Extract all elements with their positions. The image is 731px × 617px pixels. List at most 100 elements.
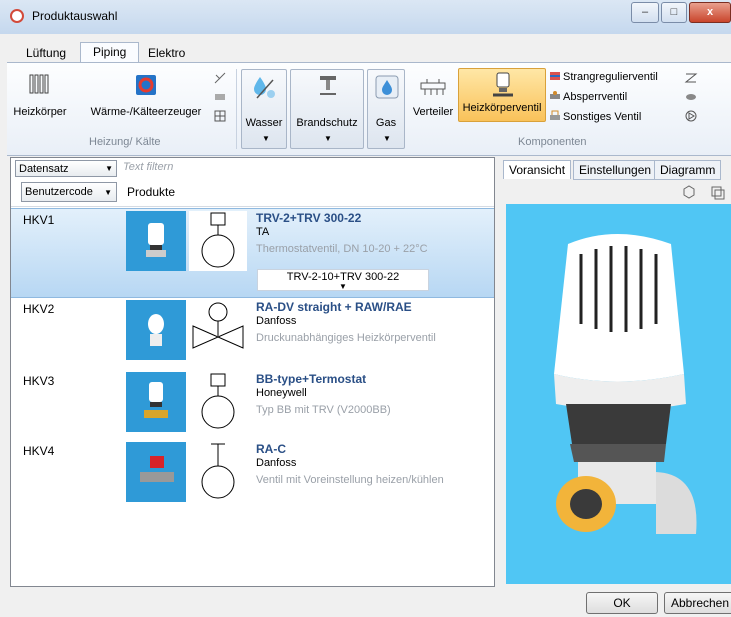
product-thumbnail xyxy=(126,300,186,360)
thermostat-image-icon xyxy=(146,223,166,257)
product-symbol xyxy=(189,211,247,271)
datensatz-label: Datensatz xyxy=(19,163,69,175)
gas-dropdown-icon: ▼ xyxy=(383,134,391,143)
benutzercode-label: Benutzercode xyxy=(25,186,93,198)
row-code: HKV3 xyxy=(23,374,55,388)
product-selection-window: Produktauswahl – □ x Lüftung Piping Elek… xyxy=(0,0,731,617)
table-row[interactable]: HKV1 TRV-2+TRV 300-22 TA Thermostatventi… xyxy=(11,208,494,298)
product-manufacturer: TA xyxy=(256,226,270,238)
tab-voransicht[interactable]: Voransicht xyxy=(503,160,572,179)
sprinkler-icon xyxy=(320,76,336,95)
close-button[interactable]: x xyxy=(689,2,731,23)
sonstiges-ventil-button[interactable]: Sonstiges Ventil xyxy=(549,109,641,125)
wasser-dropdown-icon: ▼ xyxy=(262,134,270,143)
product-name: RA-C xyxy=(256,442,286,456)
product-list-pane: Datensatz ▼ Text filtern Benutzercode ▼ … xyxy=(10,157,495,587)
heizkoerper-label: Heizkörper xyxy=(13,106,67,118)
product-symbol xyxy=(189,442,247,502)
product-thumbnail xyxy=(126,372,186,432)
variant-dropdown[interactable]: TRV-2-10+TRV 300-22 ▼ xyxy=(257,269,429,291)
produkte-header: Produkte xyxy=(127,185,176,199)
tab-einstellungen[interactable]: Einstellungen xyxy=(573,160,658,180)
heizkoerper-button[interactable]: Heizkörper xyxy=(11,73,69,123)
panel-icon[interactable] xyxy=(213,109,227,123)
strangregulierventil-label: Strangregulierventil xyxy=(563,71,658,83)
valve-symbol-icon xyxy=(201,443,235,499)
product-description: Typ BB mit TRV (V2000BB) xyxy=(256,404,391,416)
minimize-button[interactable]: – xyxy=(631,2,659,23)
tab-diagramm[interactable]: Diagramm xyxy=(654,160,722,180)
column-header: Benutzercode ▼ Produkte xyxy=(11,178,494,207)
wasser-button[interactable]: Wasser ▼ xyxy=(241,69,287,149)
product-description: Ventil mit Voreinstellung heizen/kühlen xyxy=(256,474,444,486)
absperrventil-button[interactable]: Absperrventil xyxy=(549,89,627,105)
tab-lueftung[interactable]: Lüftung xyxy=(14,44,78,62)
table-row[interactable]: HKV4 RA-C Danfoss Ventil mit Voreinstell… xyxy=(11,440,494,528)
brandschutz-dropdown-icon: ▼ xyxy=(324,134,332,143)
product-manufacturer: Honeywell xyxy=(256,387,307,399)
brandschutz-button[interactable]: Brandschutz ▼ xyxy=(290,69,364,149)
text-filter-input[interactable]: Text filtern xyxy=(123,161,173,173)
other-valve-icon xyxy=(550,110,560,120)
ribbon-tabs: Lüftung Piping Elektro xyxy=(0,40,731,63)
heizkoerperventil-label: Heizkörperventil xyxy=(462,102,542,114)
brandschutz-label: Brandschutz xyxy=(296,117,358,129)
tab-elektro[interactable]: Elektro xyxy=(136,44,197,62)
gas-button[interactable]: Gas ▼ xyxy=(367,69,405,149)
benutzercode-combo[interactable]: Benutzercode ▼ xyxy=(21,182,117,202)
product-thumbnail xyxy=(126,211,186,271)
play-valve-icon[interactable] xyxy=(684,109,698,123)
product-name: TRV-2+TRV 300-22 xyxy=(256,211,362,225)
meter-icon[interactable] xyxy=(684,90,698,104)
product-symbol xyxy=(189,300,247,360)
verteiler-button[interactable]: Verteiler xyxy=(409,73,457,123)
manifold-icon xyxy=(420,79,446,95)
strangregulierventil-button[interactable]: Strangregulierventil xyxy=(549,69,658,85)
waerme-kaelteerzeuger-button[interactable]: Wärme-/Kälteerzeuger xyxy=(87,73,205,123)
group-komponenten-label: Komponenten xyxy=(518,136,587,148)
view-3d-icon[interactable] xyxy=(681,184,697,200)
chevron-down-icon: ▼ xyxy=(105,164,113,173)
absperrventil-label: Absperrventil xyxy=(563,91,628,103)
product-name: BB-type+Termostat xyxy=(256,372,367,386)
view-copy-icon[interactable] xyxy=(709,184,725,200)
maximize-button[interactable]: □ xyxy=(661,2,687,23)
product-thumbnail xyxy=(126,442,186,502)
valve-symbol-icon xyxy=(201,212,235,268)
product-manufacturer: Danfoss xyxy=(256,457,297,469)
thermostat-image-icon xyxy=(144,382,168,418)
tab-piping[interactable]: Piping xyxy=(80,42,140,63)
tool-icon[interactable] xyxy=(213,71,227,85)
pump-icon[interactable] xyxy=(684,71,698,85)
chevron-down-icon: ▼ xyxy=(339,282,347,291)
waerme-label: Wärme-/Kälteerzeuger xyxy=(90,106,202,118)
row-code: HKV4 xyxy=(23,444,55,458)
app-icon xyxy=(10,9,24,23)
product-manufacturer: Danfoss xyxy=(256,315,297,327)
ok-button[interactable]: OK xyxy=(586,592,658,614)
valve-symbol-icon xyxy=(192,302,244,349)
row-code: HKV1 xyxy=(23,213,55,227)
group-heizung-label: Heizung/ Kälte xyxy=(89,136,161,148)
chevron-down-icon: ▼ xyxy=(104,188,112,197)
filter-bar: Datensatz ▼ Text filtern xyxy=(11,158,494,178)
valve-image-icon xyxy=(140,456,174,482)
product-name: RA-DV straight + RAW/RAE xyxy=(256,300,412,314)
dialog-footer: OK Abbrechen xyxy=(0,588,731,617)
window-title: Produktauswahl xyxy=(32,9,118,23)
thermostat-preview-image xyxy=(554,234,697,534)
product-3d-preview xyxy=(506,204,731,584)
water-icon xyxy=(254,77,275,99)
ribbon: Heizkörper Wärme-/Kälteerzeuger Heizung/… xyxy=(7,62,731,156)
pipe-icon[interactable] xyxy=(213,90,227,104)
heizkoerperventil-button[interactable]: Heizkörperventil xyxy=(458,68,546,122)
datensatz-combo[interactable]: Datensatz ▼ xyxy=(15,160,117,177)
verteiler-label: Verteiler xyxy=(412,106,454,118)
sonstiges-ventil-label: Sonstiges Ventil xyxy=(563,111,642,123)
wasser-label: Wasser xyxy=(245,117,283,129)
shutoff-valve-icon xyxy=(550,91,560,99)
preview-pane: Voransicht Einstellungen Diagramm xyxy=(503,157,731,587)
valve-symbol-icon xyxy=(201,373,235,429)
cancel-button[interactable]: Abbrechen xyxy=(664,592,731,614)
valve-image-icon xyxy=(148,314,164,346)
